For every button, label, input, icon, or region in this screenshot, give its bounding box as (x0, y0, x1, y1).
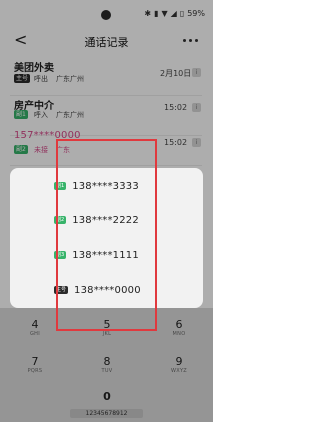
highlight-frame (56, 139, 157, 331)
